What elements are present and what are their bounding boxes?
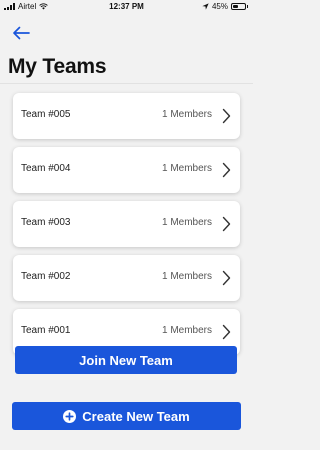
- team-member-count: 1 Members: [161, 163, 212, 174]
- team-name: Team #001: [21, 325, 71, 336]
- team-name: Team #004: [21, 163, 71, 174]
- team-name: Team #002: [21, 271, 71, 282]
- chevron-right-icon: [222, 324, 231, 340]
- chevron-right-icon: [222, 270, 231, 286]
- create-new-team-label: Create New Team: [82, 408, 190, 424]
- chevron-right-icon: [222, 216, 231, 232]
- page-title: My Teams: [8, 55, 107, 78]
- team-member-count: 1 Members: [161, 325, 212, 336]
- team-card[interactable]: Team #003 1 Members: [13, 201, 240, 247]
- location-arrow-icon: [202, 3, 209, 10]
- team-name: Team #003: [21, 217, 71, 228]
- join-new-team-button[interactable]: Join New Team: [15, 346, 237, 374]
- team-member-count: 1 Members: [161, 271, 212, 282]
- team-card[interactable]: Team #005 1 Members: [13, 93, 240, 139]
- chevron-right-icon: [222, 108, 231, 124]
- chevron-right-icon: [222, 162, 231, 178]
- battery-tip: [247, 5, 248, 8]
- status-bar: Airtel 12:37 PM 45%: [0, 0, 253, 14]
- create-new-team-button[interactable]: Create New Team: [12, 402, 241, 430]
- team-card[interactable]: Team #004 1 Members: [13, 147, 240, 193]
- back-arrow-icon[interactable]: [10, 24, 32, 42]
- team-member-count: 1 Members: [161, 217, 212, 228]
- plus-circle-icon: [63, 409, 77, 423]
- team-member-count: 1 Members: [161, 109, 212, 120]
- team-card[interactable]: Team #002 1 Members: [13, 255, 240, 301]
- team-name: Team #005: [21, 109, 71, 120]
- battery-percent: 45%: [211, 2, 228, 11]
- battery-icon: [231, 3, 246, 10]
- status-right: 45%: [202, 2, 248, 11]
